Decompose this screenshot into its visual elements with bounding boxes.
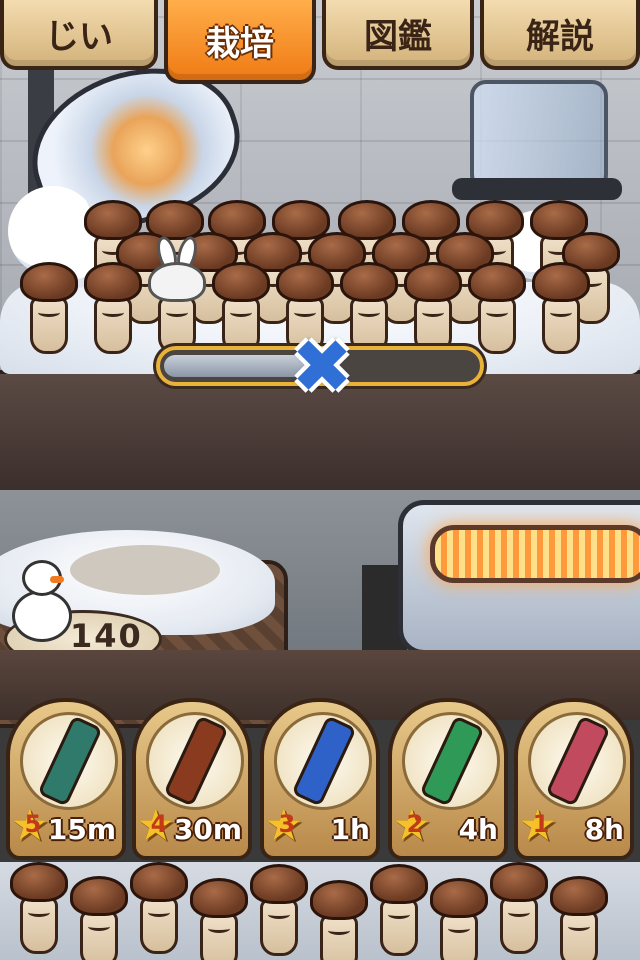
harvested-nameko — [430, 878, 488, 960]
star-rating-badge: ★ 2 — [392, 804, 438, 850]
tab-cultivation[interactable]: 栽培 — [164, 0, 316, 84]
basket-hole — [70, 545, 220, 595]
item-duration: 1h — [330, 813, 370, 846]
growth-item-bar: ★ 5 15m ★ 4 30m ★ 3 1h ★ 2 4h ★ 1 8h — [0, 698, 640, 862]
harvested-nameko — [490, 862, 548, 960]
star-count: 3 — [278, 810, 296, 838]
item-card-5[interactable]: ★ 1 8h — [514, 698, 634, 860]
harvested-nameko — [10, 862, 68, 960]
tab-jii[interactable]: じい — [0, 0, 158, 70]
item-duration: 4h — [458, 813, 498, 846]
tab-explanation[interactable]: 解説 — [480, 0, 640, 70]
harvested-nameko-crowd — [0, 862, 640, 960]
game-scene: ✖ 140 じい 栽培 図鑑 解説 ★ 5 15m ★ 4 30m ★ 3 1h… — [0, 0, 640, 960]
harvested-nameko — [550, 876, 608, 960]
item-card-3[interactable]: ★ 3 1h — [260, 698, 380, 860]
star-count: 4 — [150, 810, 168, 838]
star-rating-badge: ★ 1 — [518, 804, 564, 850]
harvested-nameko — [130, 862, 188, 960]
nameko-mushroom[interactable] — [468, 262, 526, 362]
harvested-nameko — [190, 878, 248, 960]
harvested-nameko — [310, 880, 368, 960]
item-card-2[interactable]: ★ 4 30m — [132, 698, 252, 860]
harvested-nameko — [70, 876, 128, 960]
tab-encyclopedia[interactable]: 図鑑 — [322, 0, 474, 70]
item-duration: 15m — [47, 813, 116, 846]
jar-stand — [452, 178, 622, 200]
item-card-4[interactable]: ★ 2 4h — [388, 698, 508, 860]
item-card-1[interactable]: ★ 5 15m — [6, 698, 126, 860]
harvested-nameko — [370, 864, 428, 960]
star-count: 2 — [406, 810, 424, 838]
star-count: 1 — [532, 810, 550, 838]
heater-coil — [430, 525, 640, 583]
star-rating-badge: ★ 3 — [264, 804, 310, 850]
nameko-mushroom[interactable] — [20, 262, 78, 362]
top-tab-bar: じい 栽培 図鑑 解説 — [0, 0, 640, 86]
nameko-mushroom[interactable] — [532, 262, 590, 362]
harvested-nameko — [250, 864, 308, 960]
nameko-mushroom[interactable] — [84, 262, 142, 362]
item-duration: 30m — [173, 813, 242, 846]
star-count: 5 — [24, 810, 42, 838]
x-marker-icon: ✖ — [290, 324, 353, 410]
item-duration: 8h — [584, 813, 624, 846]
snowman-icon — [6, 560, 80, 650]
